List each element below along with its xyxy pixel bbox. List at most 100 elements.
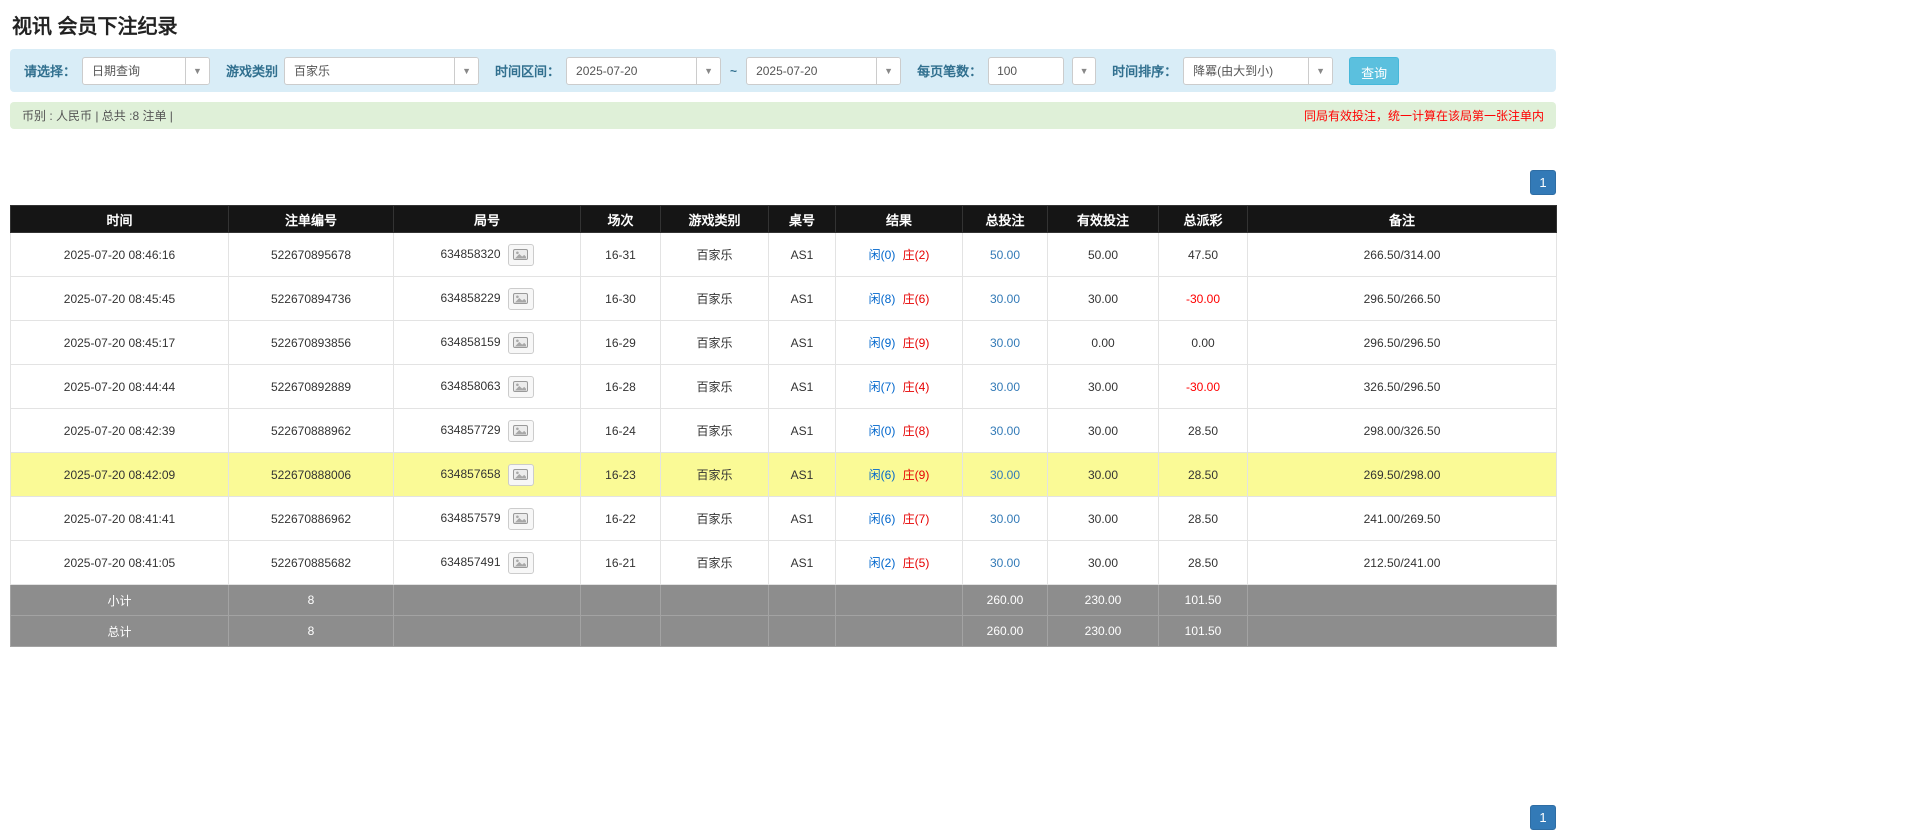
- result-player: 闲(6): [868, 468, 896, 482]
- round-id-text: 634857729: [440, 422, 501, 437]
- summary-count: 8: [228, 584, 394, 616]
- result-player: 闲(2): [868, 556, 896, 570]
- cell-result: 闲(7) 庄(4): [835, 364, 963, 409]
- game-type-select[interactable]: 百家乐 ▼: [284, 56, 480, 85]
- cell-payout: 28.50: [1158, 540, 1248, 585]
- cell-result: 闲(9) 庄(9): [835, 320, 963, 365]
- cell-round-id: 634857729: [393, 408, 581, 453]
- chevron-down-icon[interactable]: ▼: [185, 57, 210, 84]
- page-container: 视讯 会员下注纪录 请选择： 日期查询 ▼ 游戏类别 百家乐 ▼ 时间区间： 2…: [10, 0, 1557, 830]
- result-banker: 庄(8): [902, 424, 930, 438]
- cell-table-no: AS1: [768, 540, 836, 585]
- video-replay-icon[interactable]: [507, 419, 534, 442]
- currency-total-text: 币别 : 人民币 | 总共 :8 注单 |: [22, 109, 173, 123]
- summary-label: 小计: [10, 584, 229, 616]
- video-replay-icon[interactable]: [507, 375, 534, 398]
- round-id-text: 634857491: [440, 554, 501, 569]
- total-bet-link[interactable]: 30.00: [990, 292, 1020, 306]
- sort-value: 降冪(由大到小): [1193, 64, 1274, 78]
- cell-note: 296.50/296.50: [1247, 320, 1557, 365]
- total-bet-link[interactable]: 30.00: [990, 512, 1020, 526]
- result-player: 闲(0): [868, 248, 896, 262]
- video-replay-icon[interactable]: [507, 243, 534, 266]
- date-to-select[interactable]: 2025-07-20 ▼: [746, 56, 902, 85]
- result-player: 闲(7): [868, 380, 896, 394]
- search-button[interactable]: 查询: [1349, 56, 1400, 85]
- date-to-value: 2025-07-20: [756, 63, 818, 78]
- page-size-input[interactable]: [988, 56, 1065, 85]
- cell-valid-bet: 30.00: [1047, 408, 1159, 453]
- cell-total-bet: 30.00: [962, 540, 1048, 585]
- game-type-value: 百家乐: [294, 64, 331, 78]
- cell-game-type: 百家乐: [660, 496, 769, 541]
- cell-session: 16-29: [580, 320, 661, 365]
- cell-result: 闲(0) 庄(8): [835, 408, 963, 453]
- chevron-down-icon[interactable]: ▼: [876, 57, 901, 84]
- video-replay-icon[interactable]: [507, 287, 534, 310]
- cell-bet-id: 522670895678: [228, 232, 394, 277]
- table-row: 2025-07-20 08:42:09 522670888006 6348576…: [10, 452, 1557, 497]
- cell-game-type: 百家乐: [660, 276, 769, 321]
- cell-round-id: 634858159: [393, 320, 581, 365]
- video-replay-icon[interactable]: [507, 507, 534, 530]
- cell-note: 269.50/298.00: [1247, 452, 1557, 497]
- result-banker: 庄(2): [902, 248, 930, 262]
- cell-bet-id: 522670885682: [228, 540, 394, 585]
- summary-total-bet: 260.00: [962, 584, 1048, 616]
- page-title: 视讯 会员下注纪录: [12, 16, 178, 38]
- total-bet-link[interactable]: 30.00: [990, 336, 1020, 350]
- chevron-down-icon[interactable]: ▼: [454, 57, 479, 84]
- cell-result: 闲(8) 庄(6): [835, 276, 963, 321]
- round-id-text: 634858063: [440, 378, 501, 393]
- chevron-down-icon[interactable]: ▼: [1072, 56, 1097, 85]
- total-bet-link[interactable]: 30.00: [990, 556, 1020, 570]
- cell-time: 2025-07-20 08:41:05: [10, 540, 229, 585]
- date-from-select[interactable]: 2025-07-20 ▼: [566, 56, 722, 85]
- sort-label: 时间排序：: [1112, 64, 1178, 79]
- cell-time: 2025-07-20 08:41:41: [10, 496, 229, 541]
- total-bet-link[interactable]: 30.00: [990, 380, 1020, 394]
- result-banker: 庄(6): [902, 292, 930, 306]
- total-bet-link[interactable]: 30.00: [990, 468, 1020, 482]
- cell-valid-bet: 30.00: [1047, 540, 1159, 585]
- table-row: 2025-07-20 08:44:44 522670892889 6348580…: [10, 364, 1557, 409]
- result-banker: 庄(5): [902, 556, 930, 570]
- cell-total-bet: 30.00: [962, 496, 1048, 541]
- valid-bet-notice: 同局有效投注，统一计算在该局第一张注单内: [1303, 109, 1544, 123]
- video-replay-icon[interactable]: [507, 463, 534, 486]
- cell-round-id: 634857491: [393, 540, 581, 585]
- table-row: 2025-07-20 08:45:17 522670893856 6348581…: [10, 320, 1557, 365]
- chevron-down-icon[interactable]: ▼: [1308, 57, 1333, 84]
- sort-select[interactable]: 降冪(由大到小) ▼: [1183, 56, 1334, 85]
- chevron-down-icon[interactable]: ▼: [696, 57, 721, 84]
- cell-round-id: 634857658: [393, 452, 581, 497]
- table-body: 2025-07-20 08:46:16 522670895678 6348583…: [10, 232, 1557, 585]
- round-id-text: 634858320: [440, 246, 501, 261]
- cell-table-no: AS1: [768, 232, 836, 277]
- total-bet-link[interactable]: 50.00: [990, 248, 1020, 262]
- col-round-id: 局号: [393, 205, 581, 233]
- cell-result: 闲(6) 庄(7): [835, 496, 963, 541]
- cell-valid-bet: 0.00: [1047, 320, 1159, 365]
- cell-valid-bet: 50.00: [1047, 232, 1159, 277]
- query-type-select[interactable]: 日期查询 ▼: [82, 56, 211, 85]
- cell-game-type: 百家乐: [660, 408, 769, 453]
- video-replay-icon[interactable]: [507, 551, 534, 574]
- table-header: 时间 注单编号 局号 场次 游戏类别 桌号 结果 总投注 有效投注 总派彩 备注: [10, 205, 1557, 233]
- total-bet-link[interactable]: 30.00: [990, 424, 1020, 438]
- cell-game-type: 百家乐: [660, 320, 769, 365]
- cell-payout: -30.00: [1158, 364, 1248, 409]
- table-summary-row: 小计 8 260.00 230.00 101.50: [10, 584, 1557, 616]
- page-1-button[interactable]: 1: [1530, 805, 1556, 830]
- video-replay-icon[interactable]: [507, 331, 534, 354]
- cell-game-type: 百家乐: [660, 540, 769, 585]
- result-player: 闲(6): [868, 512, 896, 526]
- col-total-bet: 总投注: [962, 205, 1048, 233]
- cell-note: 266.50/314.00: [1247, 232, 1557, 277]
- cell-payout: 28.50: [1158, 408, 1248, 453]
- result-banker: 庄(7): [902, 512, 930, 526]
- select-type-label: 请选择：: [24, 64, 77, 79]
- page-1-button[interactable]: 1: [1530, 170, 1556, 195]
- filter-bar: 请选择： 日期查询 ▼ 游戏类别 百家乐 ▼ 时间区间： 2025-07-20 …: [10, 49, 1556, 92]
- query-type-value: 日期查询: [92, 64, 141, 78]
